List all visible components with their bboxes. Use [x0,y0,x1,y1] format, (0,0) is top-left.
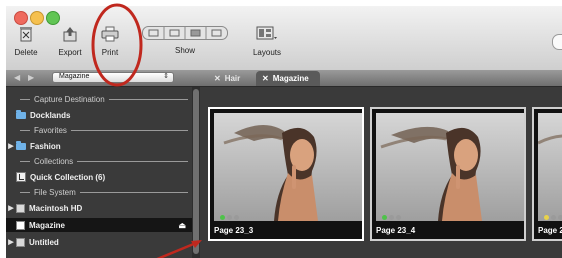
export-icon [50,26,90,44]
thumbnail-item[interactable]: Page 23_5 [532,107,562,241]
browser-grid: Page 23_3 Page 23_4 Page 2 [200,87,562,258]
close-tab-icon[interactable]: ✕ [262,74,269,83]
export-label: Export [58,48,82,57]
tab-hair[interactable]: ✕ Hair [214,71,254,85]
zoom-window-button[interactable] [46,11,60,25]
sidebar-item-label: Macintosh HD [29,203,83,213]
sidebar-scrollbar[interactable] [192,87,200,258]
sidebar: Capture Destination ▶Docklands Favorites… [6,87,192,258]
label-dots [544,215,562,220]
application-window: Delete Export Print Show Layouts ◀ ▶ Mag… [6,6,562,258]
section-collections: Collections [20,155,188,167]
sidebar-item-untitled[interactable]: ▶ Untitled [6,235,192,249]
sidebar-item-label: Magazine [29,220,66,230]
thumbnail-caption: Page 23_5 [538,226,562,235]
folder-icon [16,140,26,150]
print-button[interactable]: Print [94,26,126,57]
thumbnail-caption: Page 23_3 [214,226,254,235]
sidebar-item-docklands[interactable]: ▶Docklands [6,108,192,122]
hard-drive-icon [16,203,25,213]
folder-icon [16,109,26,119]
thumbnail-item[interactable]: Page 23_4 [370,107,526,241]
section-capture-destination: Capture Destination [20,93,188,105]
disclosure-triangle-icon[interactable]: ▶ [6,204,16,212]
close-window-button[interactable] [14,11,28,25]
show-label: Show [174,46,195,55]
trash-icon [8,26,44,44]
folder-select[interactable]: Magazine ⇕ [52,72,174,83]
minimize-window-button[interactable] [30,11,44,25]
print-label: Print [101,48,119,57]
section-label: Capture Destination [34,94,105,104]
thumbnail-image [376,113,524,221]
thumbnail-caption: Page 23_4 [376,226,416,235]
layouts-button[interactable]: Layouts [250,26,284,57]
sidebar-item-quick-collection[interactable]: ▶ Quick Collection (6) [6,170,192,184]
quick-collection-icon [16,172,26,182]
export-button[interactable]: Export [50,26,90,57]
printer-icon [94,26,126,44]
thumbnail-item[interactable]: Page 23_3 [208,107,364,241]
show-control[interactable]: Show [142,26,228,55]
disk-icon [16,220,25,230]
section-label: Favorites [34,125,67,135]
section-file-system: File System [20,186,188,198]
folder-select-value: Magazine [59,73,90,80]
tab-magazine-label: Magazine [272,74,309,83]
thumbnail-image [214,113,362,221]
section-favorites: Favorites [20,124,188,136]
view-mode-segmented-icon [142,26,228,42]
thumbnail-image [538,113,562,221]
sidebar-item-label: Quick Collection (6) [30,172,106,182]
search-field[interactable] [552,34,562,50]
sidebar-item-label: Docklands [30,110,71,120]
sidebar-item-label: Fashion [30,141,61,151]
label-dots [382,215,403,220]
sidebar-item-fashion[interactable]: ▶ Fashion [6,139,192,153]
sidebar-item-macintosh-hd[interactable]: ▶ Macintosh HD [6,201,192,215]
disclosure-triangle-icon[interactable]: ▶ [6,238,16,246]
delete-button[interactable]: Delete [8,26,44,57]
select-arrows-icon: ⇕ [163,73,169,80]
tab-magazine[interactable]: ✕ Magazine [256,71,320,86]
disk-icon [16,237,25,247]
label-dots [220,215,241,220]
close-tab-icon[interactable]: ✕ [214,74,221,83]
toolbar: Delete Export Print Show Layouts [6,6,562,71]
sidebar-item-magazine[interactable]: ▶Magazine⏏ [6,218,192,232]
section-label: Collections [34,156,74,166]
section-label: File System [34,187,76,197]
layouts-label: Layouts [252,48,282,57]
disclosure-triangle-icon[interactable]: ▶ [6,142,16,150]
forward-arrow-icon[interactable]: ▶ [28,73,34,82]
tab-hair-label: Hair [224,73,241,83]
sidebar-item-label: Untitled [29,237,59,247]
delete-label: Delete [14,48,38,57]
scrollbar-thumb[interactable] [193,89,199,254]
layouts-icon [250,26,284,44]
eject-icon[interactable]: ⏏ [178,221,186,230]
back-arrow-icon[interactable]: ◀ [14,73,20,82]
path-bar: ◀ ▶ Magazine ⇕ ✕ Hair ✕ Magazine [6,70,562,87]
